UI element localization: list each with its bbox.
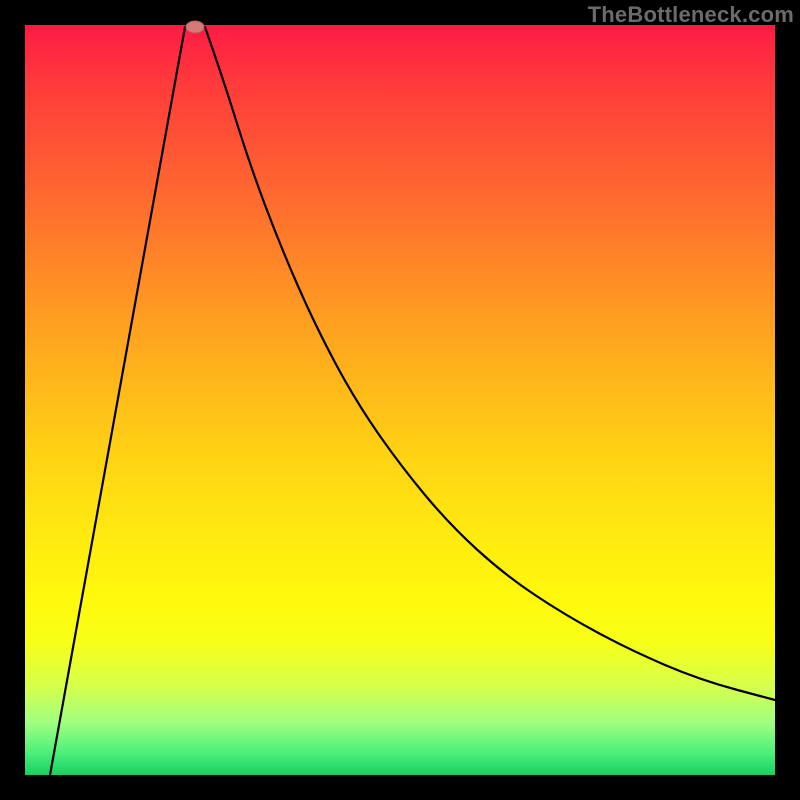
right-branch-line	[205, 27, 775, 700]
trough-marker	[186, 21, 204, 33]
left-branch-line	[50, 27, 185, 775]
chart-plot	[25, 25, 775, 775]
